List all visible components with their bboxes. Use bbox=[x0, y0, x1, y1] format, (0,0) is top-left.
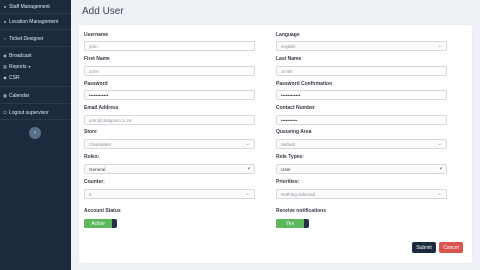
page-title: Add User bbox=[82, 6, 124, 17]
counter-value: 5 bbox=[89, 191, 92, 197]
sidebar-item-csr[interactable]: ◆ CSR bbox=[3, 73, 20, 82]
sidebar-item-broadcast[interactable]: ◉ Broadcast bbox=[3, 51, 32, 60]
sidebar-divider bbox=[0, 29, 71, 30]
ticket-icon: ▪ bbox=[4, 36, 6, 41]
sidebar-item-label: Logout supervisor bbox=[9, 109, 49, 116]
password-confirmation-input[interactable]: •••••••••••• bbox=[276, 90, 447, 100]
chevron-down-icon: ▾ bbox=[439, 166, 442, 172]
queueing-area-label: Queueing Area bbox=[276, 129, 312, 135]
priorities-label: Priorities: bbox=[276, 179, 300, 185]
sidebar-item-ticket-designer[interactable]: ▪ Ticket Designer bbox=[3, 34, 44, 43]
account-status-label: Account Status bbox=[84, 208, 121, 214]
chevron-left-icon: ‹ bbox=[34, 130, 36, 136]
sidebar-divider bbox=[0, 119, 71, 120]
receive-notifications-label: Receive notifications bbox=[276, 208, 327, 214]
chevron-down-icon: ▾ bbox=[28, 64, 31, 69]
first-name-input[interactable]: John bbox=[84, 66, 255, 76]
language-label: Language bbox=[276, 32, 300, 38]
last-name-input[interactable]: Smith bbox=[276, 66, 447, 76]
sidebar-item-logout[interactable]: ⏻ Logout supervisor bbox=[3, 108, 49, 117]
sidebar-item-label: Staff Management bbox=[9, 3, 50, 10]
chevron-down-icon: ⌄ bbox=[437, 191, 442, 197]
contact-number-input[interactable]: •••••••••• bbox=[276, 115, 447, 125]
broadcast-icon: ◉ bbox=[3, 53, 7, 58]
sidebar-divider bbox=[0, 86, 71, 87]
queueing-area-value: default bbox=[281, 141, 295, 147]
email-value: john@dataport.co.za bbox=[89, 117, 132, 123]
chevron-down-icon: ⌄ bbox=[245, 141, 250, 147]
sidebar-item-label: Ticket Designer bbox=[9, 35, 44, 42]
email-input[interactable]: john@dataport.co.za bbox=[84, 115, 255, 125]
cancel-button[interactable]: Cancel bbox=[439, 242, 463, 253]
contact-number-value: •••••••••• bbox=[281, 117, 298, 123]
password-value: •••••••••••• bbox=[89, 92, 109, 98]
counter-select[interactable]: 5 ⌄ bbox=[84, 189, 255, 199]
sidebar-item-reports[interactable]: ▥ Reports ▾ bbox=[3, 62, 31, 71]
last-name-value: Smith bbox=[281, 68, 293, 74]
reports-icon: ▥ bbox=[3, 64, 7, 69]
sidebar-item-label: Calendar bbox=[9, 92, 30, 99]
account-status-toggle-on: Active bbox=[84, 219, 112, 228]
username-input[interactable]: john bbox=[84, 41, 255, 51]
sidebar-item-label: CSR bbox=[9, 74, 20, 81]
priorities-value: Nothing selected bbox=[281, 191, 316, 197]
priorities-select[interactable]: Nothing selected ⌄ bbox=[276, 189, 447, 199]
sidebar-item-location-management[interactable]: ● Location Management bbox=[3, 17, 59, 26]
first-name-value: John bbox=[89, 68, 99, 74]
username-label: Username bbox=[84, 32, 109, 38]
location-icon: ● bbox=[3, 19, 7, 24]
queueing-area-select[interactable]: default ⌄ bbox=[276, 139, 447, 149]
username-value: john bbox=[89, 43, 98, 49]
language-value: english bbox=[281, 43, 296, 49]
password-confirmation-label: Password Confirmation bbox=[276, 81, 333, 87]
counter-label: Counter: bbox=[84, 179, 105, 185]
chevron-down-icon: ⌄ bbox=[437, 141, 442, 147]
chevron-down-icon: ⌄ bbox=[245, 191, 250, 197]
sidebar-divider bbox=[0, 103, 71, 104]
sidebar-item-staff-management[interactable]: ● Staff Management bbox=[3, 2, 50, 11]
email-label: Email Address bbox=[84, 105, 119, 111]
roles-label: Roles: bbox=[84, 154, 100, 160]
main-content: Add User Username john Language english ⌄… bbox=[71, 0, 480, 270]
receive-notifications-toggle-on: Yes bbox=[276, 219, 304, 228]
chevron-down-icon: ▾ bbox=[247, 166, 250, 172]
role-types-value: User bbox=[281, 166, 291, 172]
roles-select[interactable]: General ▾ bbox=[84, 164, 255, 174]
csr-icon: ◆ bbox=[3, 75, 7, 80]
sidebar-item-label: Broadcast bbox=[9, 52, 32, 59]
password-input[interactable]: •••••••••••• bbox=[84, 90, 255, 100]
sidebar-collapse-button[interactable]: ‹ bbox=[29, 127, 41, 139]
role-types-select[interactable]: User ▾ bbox=[276, 164, 447, 174]
store-value: Clearwater bbox=[89, 141, 112, 147]
people-icon: ● bbox=[3, 4, 7, 9]
sidebar-item-label: Reports bbox=[9, 63, 27, 70]
store-label: Store bbox=[84, 129, 97, 135]
password-confirmation-value: •••••••••••• bbox=[281, 92, 301, 98]
chevron-down-icon: ⌄ bbox=[437, 43, 442, 49]
language-select[interactable]: english ⌄ bbox=[276, 41, 447, 51]
logout-icon: ⏻ bbox=[3, 110, 7, 115]
contact-number-label: Contact Number bbox=[276, 105, 315, 111]
role-types-label: Role Types: bbox=[276, 154, 304, 160]
sidebar-item-label: Location Management bbox=[9, 18, 59, 25]
first-name-label: First Name bbox=[84, 56, 110, 62]
receive-notifications-toggle[interactable]: Yes bbox=[276, 219, 309, 228]
store-select[interactable]: Clearwater ⌄ bbox=[84, 139, 255, 149]
password-label: Password bbox=[84, 81, 108, 87]
sidebar: ● Staff Management ● Location Management… bbox=[0, 0, 71, 270]
account-status-toggle[interactable]: Active bbox=[84, 219, 117, 228]
last-name-label: Last Name bbox=[276, 56, 302, 62]
roles-value: General bbox=[89, 166, 106, 172]
sidebar-divider bbox=[0, 46, 71, 47]
calendar-icon: ▦ bbox=[3, 93, 7, 98]
sidebar-divider bbox=[0, 13, 71, 14]
submit-button[interactable]: Submit bbox=[412, 242, 436, 253]
add-user-form: Username john Language english ⌄ First Na… bbox=[79, 25, 472, 263]
sidebar-item-calendar[interactable]: ▦ Calendar bbox=[3, 91, 29, 100]
